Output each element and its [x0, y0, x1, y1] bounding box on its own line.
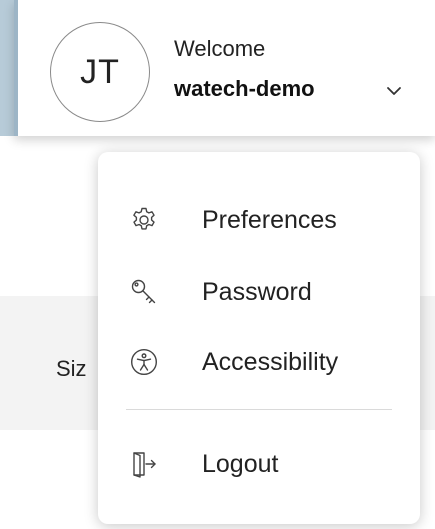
avatar-initials: JT: [80, 52, 120, 91]
accessibility-icon: [130, 348, 158, 376]
chevron-down-icon[interactable]: [385, 84, 403, 98]
avatar: JT: [50, 22, 150, 122]
menu-item-label: Logout: [202, 449, 279, 478]
menu-item-label: Password: [202, 277, 312, 306]
menu-item-label: Accessibility: [202, 347, 339, 376]
welcome-text: Welcome: [174, 36, 266, 61]
user-menu-toggle[interactable]: JT Welcome watech-demo: [14, 0, 435, 136]
username: watech-demo: [174, 76, 315, 101]
menu-divider: [126, 409, 392, 410]
menu-item-logout[interactable]: Logout: [98, 434, 420, 494]
gear-icon: [133, 207, 155, 230]
menu-item-accessibility[interactable]: Accessibility: [98, 332, 420, 392]
menu-item-preferences[interactable]: Preferences: [98, 190, 420, 250]
background-size-label: Siz: [56, 356, 87, 381]
key-icon: [131, 279, 156, 304]
menu-item-label: Preferences: [202, 205, 337, 234]
left-accent-edge: [0, 0, 14, 136]
menu-item-password[interactable]: Password: [98, 262, 420, 322]
logout-icon: [133, 452, 156, 478]
page: Siz JT Welcome watech-demo Preferences P…: [0, 0, 435, 529]
user-dropdown-menu: Preferences Password Accessibility Logou…: [98, 152, 420, 524]
